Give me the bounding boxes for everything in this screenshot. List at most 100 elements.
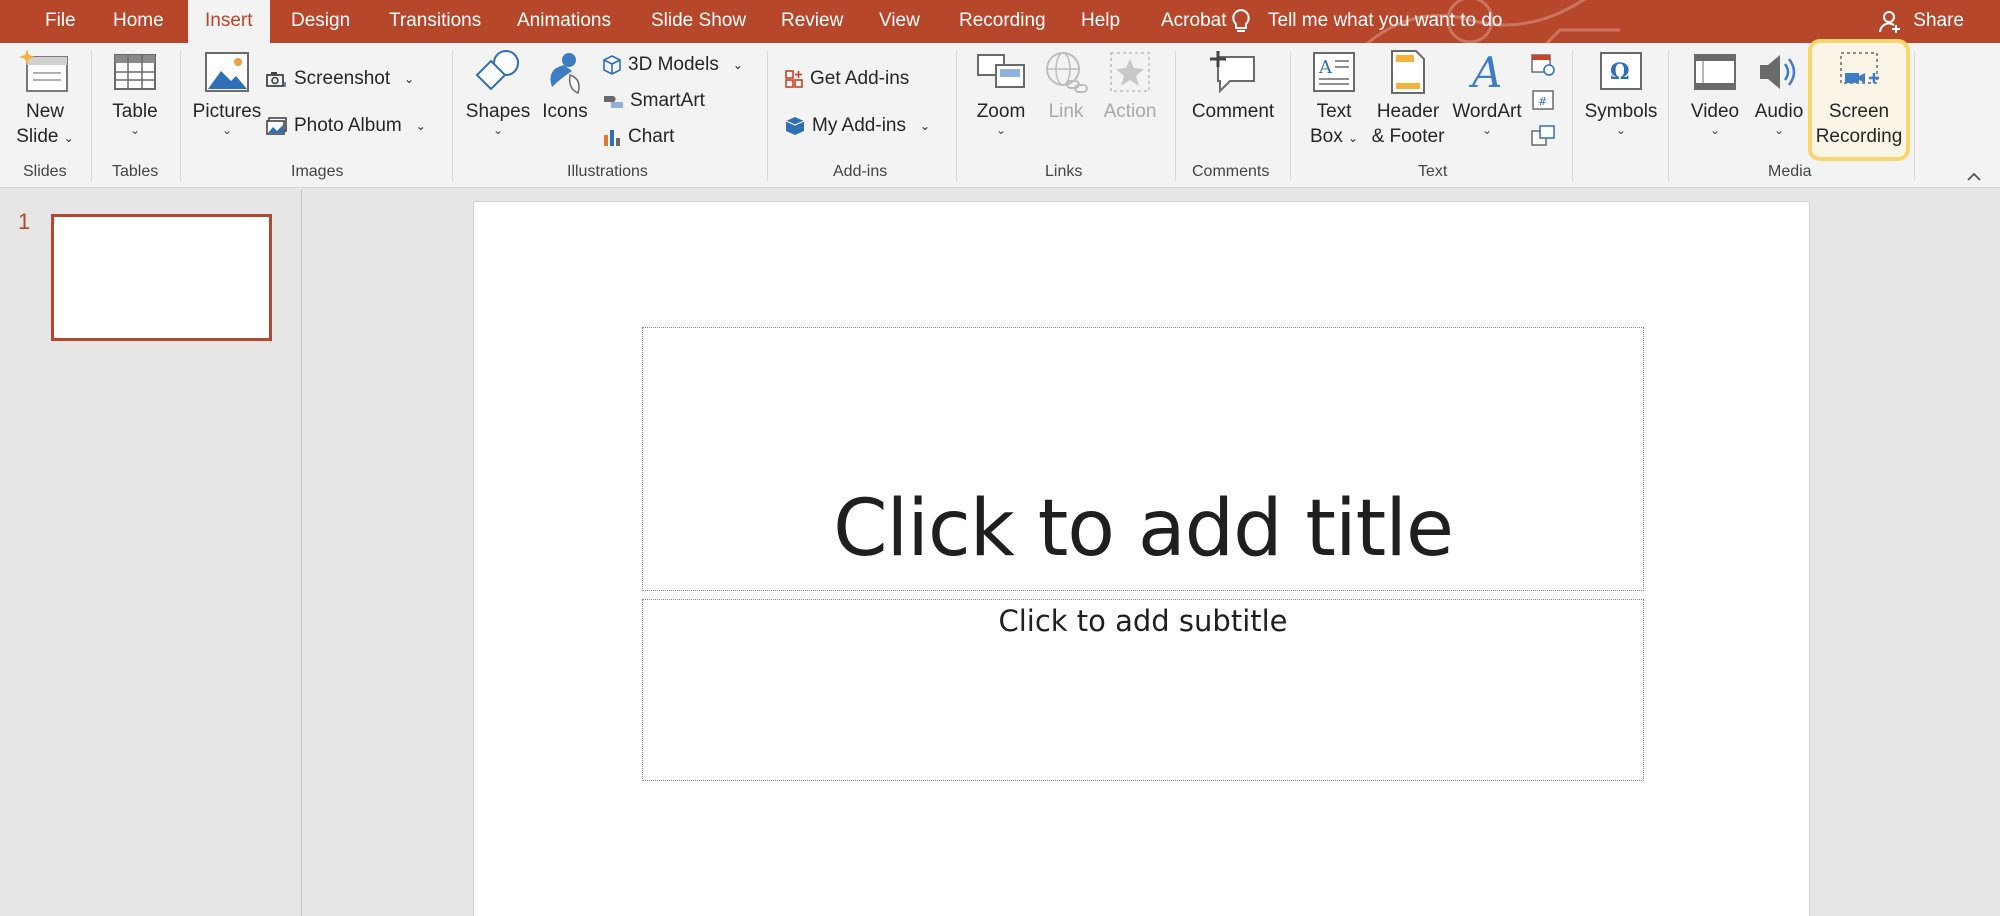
chevron-down-icon: ⌄ bbox=[1347, 131, 1359, 145]
insert-object-button[interactable] bbox=[1530, 123, 1556, 149]
title-placeholder-text: Click to add title bbox=[833, 484, 1454, 574]
wordart-label: WordArt bbox=[1452, 101, 1522, 122]
ribbon-divider bbox=[956, 51, 957, 181]
group-label-text: Text bbox=[1418, 163, 1448, 180]
chevron-down-icon: ⌄ bbox=[221, 123, 233, 137]
screen-recording-button[interactable]: Screen Recording bbox=[1812, 49, 1906, 149]
link-label: Link bbox=[1048, 101, 1084, 122]
header-footer-button[interactable]: Header & Footer bbox=[1368, 49, 1448, 149]
text-box-button[interactable]: A Text Box ⌄ bbox=[1304, 49, 1364, 151]
tab-view[interactable]: View bbox=[862, 0, 937, 43]
3d-models-button[interactable]: 3D Models ⌄ bbox=[602, 51, 743, 81]
chevron-down-icon: ⌄ bbox=[404, 72, 415, 86]
get-addins-button[interactable]: Get Add-ins bbox=[784, 65, 909, 95]
video-button[interactable]: Video ⌄ bbox=[1684, 49, 1746, 136]
share-label: Share bbox=[1913, 10, 1964, 31]
zoom-icon bbox=[977, 54, 1025, 88]
table-label: Table bbox=[112, 101, 158, 122]
subtitle-placeholder[interactable]: Click to add subtitle bbox=[642, 599, 1644, 781]
tab-file[interactable]: File bbox=[28, 0, 93, 43]
svg-text:#: # bbox=[1538, 95, 1547, 108]
ribbon-insert: New Slide ⌄ Slides Table ⌄ Tables Pictur… bbox=[0, 39, 2000, 188]
my-addins-button[interactable]: My Add-ins ⌄ bbox=[784, 112, 930, 142]
pictures-button[interactable]: Pictures ⌄ bbox=[190, 49, 264, 136]
tab-home[interactable]: Home bbox=[96, 0, 181, 43]
collapse-ribbon-icon[interactable] bbox=[1966, 169, 1982, 185]
slide-number: 1 bbox=[18, 209, 31, 234]
video-label: Video bbox=[1690, 101, 1740, 122]
tell-me-search[interactable]: Tell me what you want to do bbox=[1232, 0, 1503, 43]
slide[interactable]: Click to add title Click to add subtitle bbox=[473, 201, 1810, 916]
chevron-down-icon: ⌄ bbox=[1773, 123, 1785, 137]
new-slide-label-2: Slide bbox=[16, 126, 59, 147]
comment-button[interactable]: Comment bbox=[1188, 49, 1278, 124]
photo-album-button[interactable]: Photo Album ⌄ bbox=[266, 112, 426, 142]
slide-thumbnail-pane: 1 bbox=[0, 189, 302, 916]
screenshot-label: Screenshot bbox=[294, 68, 391, 90]
chart-button[interactable]: Chart bbox=[602, 123, 674, 153]
chevron-down-icon: ⌄ bbox=[1709, 123, 1721, 137]
omega-symbol-icon: Ω bbox=[1600, 52, 1642, 90]
bar-chart-icon bbox=[604, 129, 620, 146]
new-slide-icon bbox=[19, 49, 68, 92]
slide-thumbnail[interactable] bbox=[51, 214, 272, 341]
tab-transitions[interactable]: Transitions bbox=[372, 0, 498, 43]
link-button[interactable]: Link bbox=[1040, 49, 1092, 124]
zoom-label: Zoom bbox=[976, 101, 1026, 122]
calendar-icon bbox=[1531, 54, 1555, 76]
tab-animations[interactable]: Animations bbox=[500, 0, 628, 43]
screen-recording-icon bbox=[1840, 52, 1879, 84]
group-label-media: Media bbox=[1768, 163, 1812, 180]
zoom-button[interactable]: Zoom ⌄ bbox=[968, 49, 1034, 136]
table-icon bbox=[114, 54, 156, 90]
new-slide-button[interactable]: New Slide ⌄ bbox=[10, 49, 80, 151]
table-button[interactable]: Table ⌄ bbox=[104, 49, 166, 136]
pictures-label: Pictures bbox=[192, 101, 262, 122]
ribbon-divider bbox=[452, 51, 453, 181]
smartart-button[interactable]: SmartArt bbox=[602, 87, 705, 117]
title-menu-bar: File Home Insert Design Transitions Anim… bbox=[0, 0, 2000, 43]
store-grid-icon bbox=[785, 70, 803, 88]
icons-button[interactable]: Icons bbox=[536, 49, 594, 124]
tab-recording[interactable]: Recording bbox=[942, 0, 1063, 43]
tab-design[interactable]: Design bbox=[274, 0, 367, 43]
wordart-icon: A bbox=[1468, 49, 1502, 95]
group-label-addins: Add-ins bbox=[833, 163, 888, 180]
symbols-button[interactable]: Ω Symbols ⌄ bbox=[1580, 49, 1662, 136]
header-footer-label-2: & Footer bbox=[1371, 126, 1445, 147]
screenshot-button[interactable]: Screenshot ⌄ bbox=[266, 65, 414, 95]
chevron-down-icon: ⌄ bbox=[1481, 123, 1493, 137]
tab-slide-show[interactable]: Slide Show bbox=[634, 0, 763, 43]
smartart-icon bbox=[604, 95, 623, 108]
tell-me-label: Tell me what you want to do bbox=[1268, 10, 1503, 31]
slide-number-button[interactable]: # bbox=[1530, 87, 1556, 113]
icons-gallery-icon bbox=[550, 53, 580, 95]
new-slide-label-1: New bbox=[25, 101, 64, 122]
ribbon-divider bbox=[767, 51, 768, 181]
audio-button[interactable]: Audio ⌄ bbox=[1748, 49, 1810, 136]
group-label-tables: Tables bbox=[112, 163, 159, 180]
group-label-illustrations: Illustrations bbox=[567, 163, 648, 180]
text-box-label-2: Box bbox=[1309, 126, 1343, 147]
text-box-icon: A bbox=[1313, 52, 1355, 92]
addin-cube-icon bbox=[785, 117, 805, 135]
screen-recording-label-2: Recording bbox=[1815, 126, 1903, 147]
tab-acrobat[interactable]: Acrobat bbox=[1144, 0, 1243, 43]
group-label-comments: Comments bbox=[1192, 163, 1270, 180]
title-placeholder[interactable]: Click to add title bbox=[642, 327, 1644, 591]
action-button[interactable]: Action bbox=[1098, 49, 1162, 124]
tab-review[interactable]: Review bbox=[764, 0, 860, 43]
share-button[interactable]: Share bbox=[1879, 0, 1964, 43]
chevron-down-icon: ⌄ bbox=[63, 131, 74, 145]
tab-help[interactable]: Help bbox=[1064, 0, 1137, 43]
svg-text:A: A bbox=[1468, 49, 1502, 95]
tab-insert[interactable]: Insert bbox=[188, 0, 270, 43]
date-time-button[interactable] bbox=[1530, 51, 1556, 77]
shapes-button[interactable]: Shapes ⌄ bbox=[462, 49, 534, 136]
my-addins-label: My Add-ins bbox=[812, 115, 906, 137]
comment-label: Comment bbox=[1191, 101, 1275, 122]
ribbon-divider bbox=[1290, 51, 1291, 181]
wordart-button[interactable]: A WordArt ⌄ bbox=[1450, 49, 1524, 136]
screen-recording-label-1: Screen bbox=[1828, 101, 1890, 122]
svg-text:A: A bbox=[1318, 57, 1333, 78]
